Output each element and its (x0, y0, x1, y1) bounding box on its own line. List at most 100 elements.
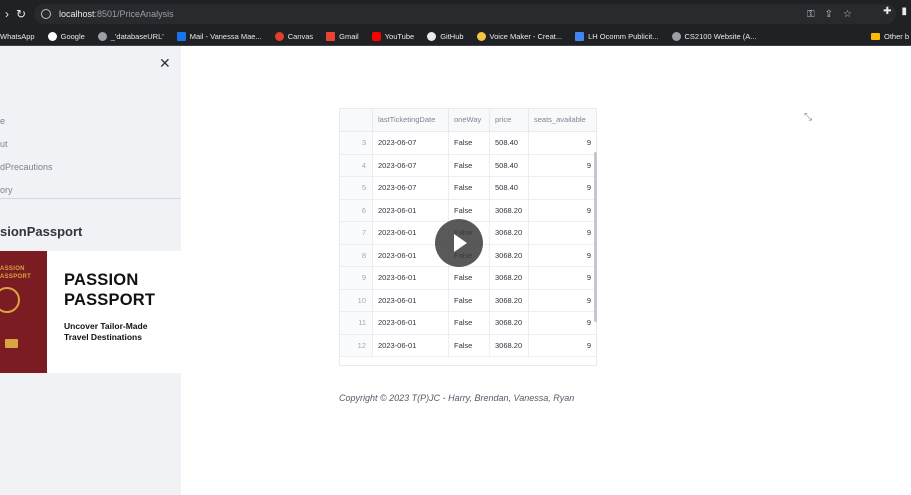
table-scrollbar[interactable] (594, 152, 597, 322)
other-bookmarks[interactable]: Other b (870, 27, 911, 45)
table-cell[interactable]: False (449, 267, 490, 289)
table-cell[interactable]: 9 (529, 335, 596, 357)
bookmark-voicemaker[interactable]: Voice Maker - Creat... (476, 31, 562, 41)
table-cell[interactable]: 4 (340, 154, 373, 176)
table-cell[interactable]: False (449, 312, 490, 334)
sidebar-item-history[interactable]: ory (0, 185, 13, 195)
table-cell[interactable]: 3068.20 (490, 222, 529, 244)
table-cell[interactable]: 508.40 (490, 154, 529, 176)
fullscreen-icon[interactable]: ⤡ (804, 112, 812, 123)
table-cell[interactable]: False (449, 199, 490, 221)
bookmark-mail[interactable]: Mail - Vanessa Mae... (176, 31, 262, 41)
docs-icon (575, 31, 585, 41)
table-cell[interactable]: 2023-06-01 (373, 289, 449, 311)
table-cell[interactable]: 3068.20 (490, 334, 529, 356)
table-cell[interactable]: False (449, 177, 490, 199)
table-cell[interactable]: 9 (529, 245, 596, 267)
table-row[interactable]: 4 2023-06-07 False 508.40 9 (340, 154, 596, 177)
share-icon[interactable]: ⇪ (825, 9, 833, 20)
table-cell[interactable]: 9 (529, 290, 596, 312)
table-cell[interactable]: 8 (340, 244, 373, 266)
table-cell[interactable]: 11 (340, 312, 373, 334)
table-row[interactable]: 6 2023-06-01 False 3068.20 9 (340, 199, 596, 222)
table-cell[interactable]: 10 (340, 289, 373, 311)
sidebar-divider (0, 198, 181, 199)
bookmark-lh-ocomm[interactable]: LH Ocomm Publicit... (575, 31, 659, 41)
youtube-icon (371, 31, 381, 41)
table-cell[interactable]: 9 (529, 222, 596, 244)
table-cell[interactable]: 7 (340, 222, 373, 244)
table-row[interactable]: 10 2023-06-01 False 3068.20 9 (340, 289, 596, 312)
table-cell[interactable]: 3068.20 (490, 267, 529, 289)
table-cell[interactable]: 2023-06-07 (373, 154, 449, 176)
key-icon[interactable]: ⚿ (807, 9, 815, 20)
table-cell[interactable]: 9 (340, 267, 373, 289)
table-cell[interactable]: False (449, 334, 490, 356)
bookmark-github[interactable]: GitHub (427, 31, 464, 41)
table-cell[interactable]: False (449, 132, 490, 154)
side-panel-icon[interactable]: ▮ (901, 6, 907, 17)
table-cell[interactable]: 6 (340, 199, 373, 221)
column-header-seats-available[interactable]: seats_available (529, 109, 596, 131)
site-info-icon[interactable] (41, 9, 51, 19)
table-cell[interactable]: 2023-06-01 (373, 312, 449, 334)
gmail-icon (326, 31, 336, 41)
passport-chip-icon (5, 339, 18, 348)
table-row[interactable]: 3 2023-06-07 False 508.40 9 (340, 132, 596, 155)
table-cell[interactable]: 9 (529, 132, 596, 154)
sidebar-item-precautions[interactable]: dPrecautions (0, 162, 53, 172)
browser-toolbar: › ↻ localhost:8501/PriceAnalysis ⚿ ⇪ ☆ ✚… (0, 0, 911, 27)
table-cell[interactable]: 3068.20 (490, 199, 529, 221)
table-cell[interactable]: 508.40 (490, 132, 529, 154)
voicemaker-icon (476, 31, 486, 41)
table-cell[interactable]: False (449, 154, 490, 176)
bookmark-youtube[interactable]: YouTube (371, 31, 414, 41)
table-row[interactable]: 5 2023-06-07 False 508.40 9 (340, 177, 596, 200)
table-cell[interactable]: 2023-06-01 (373, 267, 449, 289)
address-bar[interactable]: localhost:8501/PriceAnalysis ⚿ ⇪ ☆ (34, 4, 896, 24)
table-cell[interactable]: 2023-06-07 (373, 177, 449, 199)
column-header-oneway[interactable]: oneWay (449, 109, 490, 131)
star-icon[interactable]: ☆ (843, 9, 852, 20)
table-cell[interactable]: 3068.20 (490, 312, 529, 334)
column-header-index[interactable] (340, 109, 373, 131)
table-cell[interactable]: 9 (529, 267, 596, 289)
table-cell[interactable]: 9 (529, 312, 596, 334)
passport-emblem-icon (0, 287, 20, 313)
table-cell[interactable]: 3068.20 (490, 244, 529, 266)
brand-title: sionPassport (0, 224, 83, 239)
globe-icon (97, 31, 107, 41)
table-cell[interactable]: 2023-06-01 (373, 199, 449, 221)
bookmark-whatsapp[interactable]: WhatsApp (0, 32, 35, 41)
table-cell[interactable]: 9 (529, 155, 596, 177)
passport-cover-image: ASSION ASSPORT (0, 251, 47, 373)
table-cell[interactable]: 2023-06-07 (373, 132, 449, 154)
table-cell[interactable]: 5 (340, 177, 373, 199)
sidebar-item-about[interactable]: ut (0, 139, 8, 149)
passion-passport-logo: ASSION ASSPORT PASSION PASSPORT Uncover … (0, 251, 181, 373)
column-header-lastticketingdate[interactable]: lastTicketingDate (373, 109, 449, 131)
table-cell[interactable]: 3 (340, 132, 373, 154)
bookmark-canvas[interactable]: Canvas (274, 31, 313, 41)
bookmark-google[interactable]: Google (47, 31, 85, 41)
table-cell[interactable]: 3068.20 (490, 289, 529, 311)
extensions-icon[interactable]: ✚ (883, 6, 891, 17)
column-header-price[interactable]: price (490, 109, 529, 131)
table-cell[interactable]: 9 (529, 200, 596, 222)
table-cell[interactable]: False (449, 289, 490, 311)
sidebar-item-home[interactable]: e (0, 116, 5, 126)
play-button[interactable] (435, 219, 483, 267)
table-row[interactable]: 9 2023-06-01 False 3068.20 9 (340, 267, 596, 290)
table-cell[interactable]: 12 (340, 334, 373, 356)
bookmark-gmail[interactable]: Gmail (326, 31, 359, 41)
table-row[interactable]: 12 2023-06-01 False 3068.20 9 (340, 334, 596, 357)
reload-icon[interactable]: ↻ (14, 7, 28, 21)
bookmark-cs2100[interactable]: CS2100 Website (A... (671, 31, 757, 41)
table-cell[interactable]: 9 (529, 177, 596, 199)
forward-icon[interactable]: › (0, 7, 14, 21)
bookmark-databaseurl[interactable]: _'databaseURL' (97, 31, 164, 41)
table-cell[interactable]: 508.40 (490, 177, 529, 199)
table-row[interactable]: 11 2023-06-01 False 3068.20 9 (340, 312, 596, 335)
table-cell[interactable]: 2023-06-01 (373, 334, 449, 356)
close-icon[interactable]: ✕ (159, 55, 171, 72)
